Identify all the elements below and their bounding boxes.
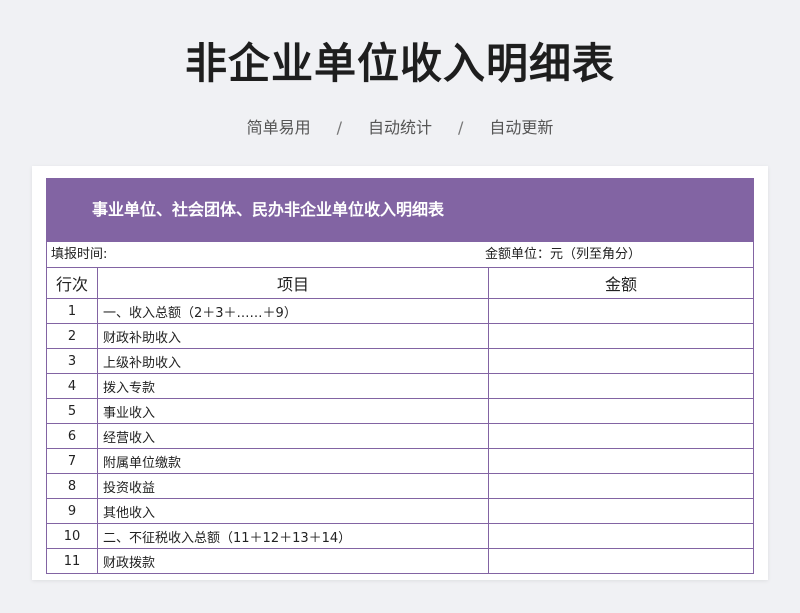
row-number-cell: 9 (46, 498, 98, 524)
table-body: 1 一、收入总额（2＋3＋……＋9） 2 财政补助收入 3 上级补助收入 4 拨入专款 5 事业收… (46, 298, 754, 574)
row-amount-cell[interactable] (488, 473, 754, 499)
row-item-cell: 上级补助收入 (97, 348, 489, 374)
page-title: 非企业单位收入明细表 (184, 39, 615, 88)
row-amount-cell[interactable] (488, 348, 754, 374)
row-number-cell: 2 (46, 323, 98, 349)
info-row: 填报时间: 金额单位：元（列至角分） (46, 242, 754, 268)
row-item-cell: 附属单位缴款 (97, 448, 489, 474)
row-number-cell: 3 (46, 348, 98, 374)
row-number-cell: 6 (46, 423, 98, 449)
row-item-cell: 一、收入总额（2＋3＋……＋9） (97, 298, 489, 324)
table-row: 10 二、不征税收入总额（11＋12＋13＋14） (46, 523, 754, 549)
row-item-cell: 投资收益 (97, 473, 489, 499)
table-row: 3 上级补助收入 (46, 348, 754, 374)
row-amount-cell[interactable] (488, 523, 754, 549)
col-header-item: 项目 (97, 268, 489, 299)
row-number-cell: 1 (46, 298, 98, 324)
fill-time-label: 填报时间: (51, 247, 108, 262)
row-amount-cell[interactable] (488, 548, 754, 574)
col-header-no: 行次 (46, 268, 98, 299)
separator: / (458, 118, 464, 137)
table-row: 8 投资收益 (46, 473, 754, 499)
income-table: 行次 项目 金额 1 一、收入总额（2＋3＋……＋9） 2 财政补助收入 3 上级补助收入… (46, 268, 754, 574)
row-number-cell: 5 (46, 398, 98, 424)
table-row: 4 拨入专款 (46, 373, 754, 399)
col-header-amount: 金额 (488, 268, 754, 299)
column-header-row: 行次 项目 金额 (46, 268, 754, 299)
row-item-cell: 财政补助收入 (97, 323, 489, 349)
sheet-header: 事业单位、社会团体、民办非企业单位收入明细表 (46, 178, 754, 242)
row-amount-cell[interactable] (488, 498, 754, 524)
feature-tagline: 简单易用 / 自动统计 / 自动更新 (0, 114, 800, 138)
table-row: 2 财政补助收入 (46, 323, 754, 349)
row-item-cell: 二、不征税收入总额（11＋12＋13＋14） (97, 523, 489, 549)
spreadsheet-preview-card: 事业单位、社会团体、民办非企业单位收入明细表 填报时间: 金额单位：元（列至角分… (32, 166, 768, 580)
separator: / (336, 118, 342, 137)
table-row: 9 其他收入 (46, 498, 754, 524)
row-amount-cell[interactable] (488, 423, 754, 449)
table-row: 11 财政拨款 (46, 548, 754, 574)
row-item-cell: 经营收入 (97, 423, 489, 449)
table-row: 7 附属单位缴款 (46, 448, 754, 474)
row-number-cell: 11 (46, 548, 98, 574)
row-amount-cell[interactable] (488, 323, 754, 349)
row-amount-cell[interactable] (488, 448, 754, 474)
table-row: 1 一、收入总额（2＋3＋……＋9） (46, 298, 754, 324)
feature-easy: 简单易用 (246, 118, 311, 137)
row-item-cell: 事业收入 (97, 398, 489, 424)
feature-auto-update: 自动更新 (489, 118, 554, 137)
feature-auto-stat: 自动统计 (367, 118, 432, 137)
income-sheet: 事业单位、社会团体、民办非企业单位收入明细表 填报时间: 金额单位：元（列至角分… (46, 178, 754, 574)
row-amount-cell[interactable] (488, 373, 754, 399)
row-item-cell: 财政拨款 (97, 548, 489, 574)
table-row: 5 事业收入 (46, 398, 754, 424)
row-item-cell: 拨入专款 (97, 373, 489, 399)
row-amount-cell[interactable] (488, 398, 754, 424)
row-number-cell: 7 (46, 448, 98, 474)
row-number-cell: 10 (46, 523, 98, 549)
row-item-cell: 其他收入 (97, 498, 489, 524)
unit-label: 金额单位：元（列至角分） (485, 247, 642, 262)
row-number-cell: 4 (46, 373, 98, 399)
row-number-cell: 8 (46, 473, 98, 499)
row-amount-cell[interactable] (488, 298, 754, 324)
table-row: 6 经营收入 (46, 423, 754, 449)
